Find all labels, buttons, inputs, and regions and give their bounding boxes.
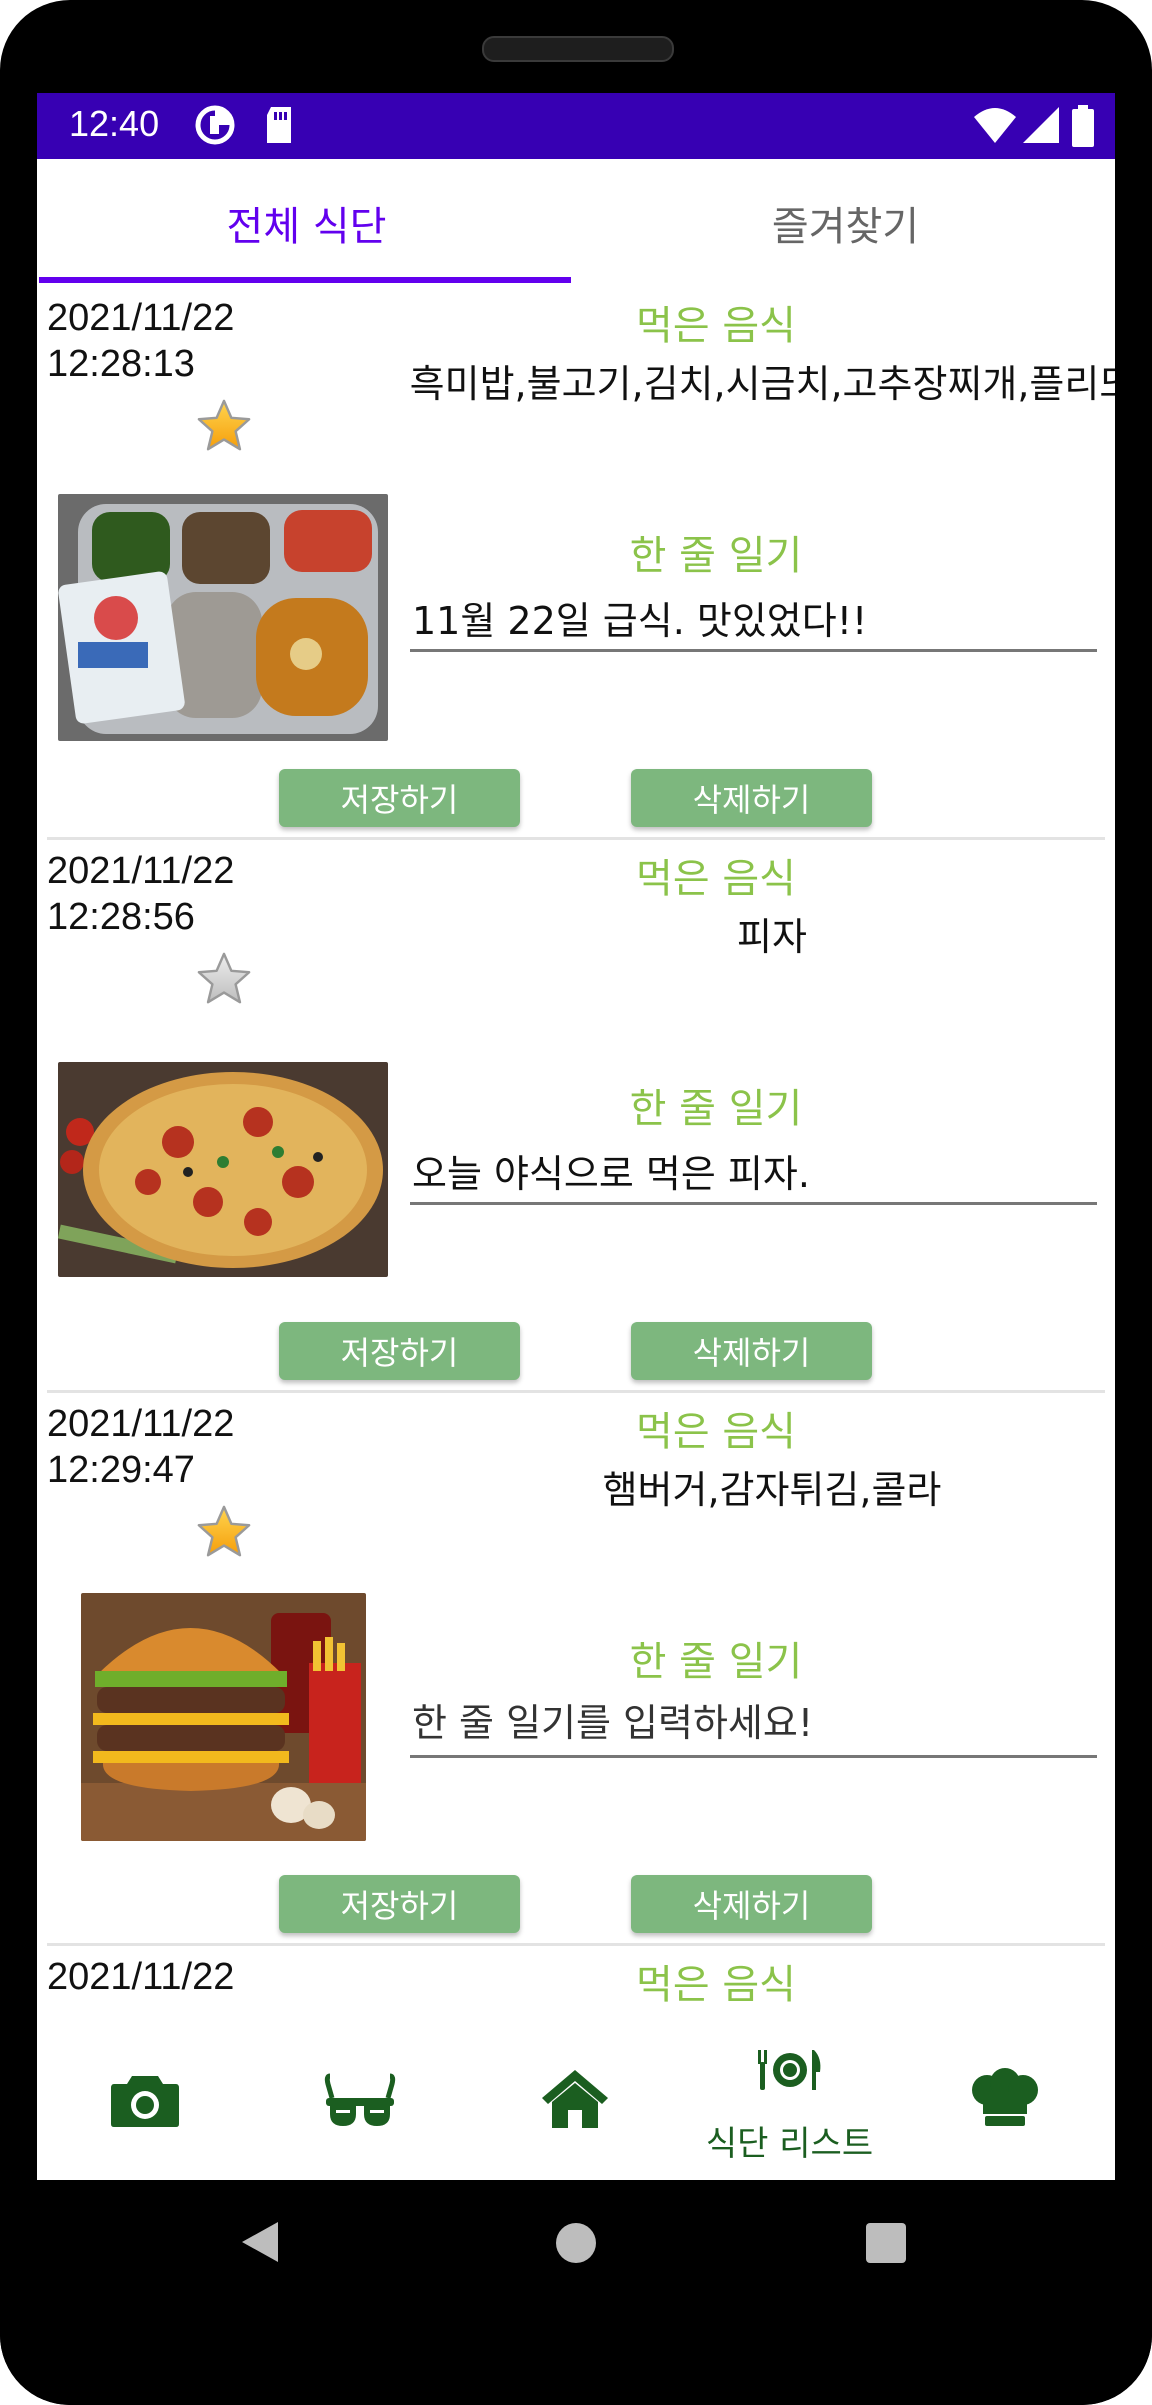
favorite-star-icon[interactable] (195, 950, 253, 1008)
entry-datetime: 2021/11/22 (47, 1954, 234, 2000)
entry-date: 2021/11/22 (47, 1403, 235, 1445)
nav-camera[interactable] (37, 2028, 252, 2180)
tab-indicator (39, 277, 571, 283)
glasses-icon (324, 2073, 395, 2126)
diary-label: 한 줄 일기 (629, 1086, 803, 1132)
food-label: 먹은 음식 (636, 303, 796, 349)
list-item: 2021/11/22 12:28:13 먹은 음식 흑미밥,불고기,김치,시금치… (37, 287, 1115, 840)
food-label: 먹은 음식 (636, 1409, 796, 1455)
nav-home[interactable] (467, 2028, 682, 2180)
dining-icon (757, 2050, 820, 2090)
app-screen: 12:40 전체 식단 즐겨찾기 2021/11/22 12:28:13 먹은 … (37, 93, 1115, 2180)
diary-input[interactable] (410, 585, 1097, 652)
entry-time: 12:29:47 (47, 1449, 195, 1491)
save-button[interactable]: 저장하기 (279, 1875, 520, 1933)
favorite-star-icon[interactable] (195, 1503, 253, 1561)
list-item: 2021/11/22 먹은 음식 (37, 1946, 1115, 2017)
speaker-grille (482, 36, 674, 62)
list-item: 2021/11/22 12:29:47 먹은 음식 햄버거,감자튀김,콜라 한 … (37, 1393, 1115, 1946)
entry-time: 12:28:13 (47, 343, 195, 385)
home-icon (541, 2070, 608, 2128)
nav-diet-list[interactable]: 식단 리스트 (682, 2028, 897, 2180)
bottom-navigation: 식단 리스트 (37, 2028, 1115, 2180)
status-bar: 12:40 (37, 93, 1115, 159)
pizza-photo (58, 1062, 388, 1277)
home-circle-icon[interactable] (555, 2222, 597, 2264)
wifi-icon (974, 108, 1016, 143)
meal-list[interactable]: 2021/11/22 12:28:13 먹은 음식 흑미밥,불고기,김치,시금치… (37, 287, 1115, 2017)
entry-datetime: 2021/11/22 12:29:47 (47, 1401, 234, 1493)
food-label: 먹은 음식 (636, 856, 796, 902)
burger-photo (81, 1593, 366, 1841)
entry-datetime: 2021/11/22 12:28:56 (47, 848, 234, 940)
tab-bar: 전체 식단 즐겨찾기 (37, 159, 1115, 287)
camera-icon (110, 2076, 179, 2127)
save-button[interactable]: 저장하기 (279, 769, 520, 827)
food-label: 먹은 음식 (636, 1962, 796, 2008)
phone-frame: 12:40 전체 식단 즐겨찾기 2021/11/22 12:28:13 먹은 … (0, 0, 1152, 2405)
list-item: 2021/11/22 12:28:56 먹은 음식 피자 한 줄 일기 오늘 야… (37, 840, 1115, 1393)
data-saver-icon (195, 105, 235, 145)
nav-label-diet-list: 식단 리스트 (705, 2124, 874, 2164)
signal-icon (1023, 107, 1059, 143)
entry-datetime: 2021/11/22 12:28:13 (47, 295, 234, 387)
save-button[interactable]: 저장하기 (279, 1322, 520, 1380)
food-text: 햄버거,감자튀김,콜라 (602, 1468, 942, 1512)
favorite-star-icon[interactable] (195, 397, 253, 455)
entry-date: 2021/11/22 (47, 850, 235, 892)
delete-button[interactable]: 삭제하기 (631, 1875, 872, 1933)
food-text: 피자 (737, 915, 807, 959)
recents-icon[interactable] (866, 2223, 906, 2263)
school-lunch-photo (58, 494, 388, 741)
entry-date: 2021/11/22 (47, 1956, 235, 1998)
diary-label: 한 줄 일기 (629, 533, 803, 579)
system-navigation-bar (0, 2180, 1152, 2405)
status-time: 12:40 (69, 103, 160, 144)
battery-icon (1072, 105, 1094, 147)
delete-button[interactable]: 삭제하기 (631, 1322, 872, 1380)
diary-input[interactable] (410, 1138, 1097, 1205)
sd-card-icon (267, 107, 291, 143)
back-icon[interactable] (240, 2220, 280, 2264)
entry-date: 2021/11/22 (47, 297, 235, 339)
chef-hat-icon (971, 2068, 1038, 2126)
entry-time: 12:28:56 (47, 896, 195, 938)
nav-glasses[interactable] (252, 2028, 467, 2180)
tab-all-meals[interactable]: 전체 식단 (37, 159, 576, 287)
tab-favorites[interactable]: 즐겨찾기 (576, 159, 1115, 287)
nav-chef[interactable] (897, 2028, 1112, 2180)
diary-label: 한 줄 일기 (629, 1639, 803, 1685)
diary-input[interactable] (410, 1691, 1097, 1758)
food-text: 흑미밥,불고기,김치,시금치,고추장찌개,플리또 (409, 362, 1115, 406)
delete-button[interactable]: 삭제하기 (631, 769, 872, 827)
